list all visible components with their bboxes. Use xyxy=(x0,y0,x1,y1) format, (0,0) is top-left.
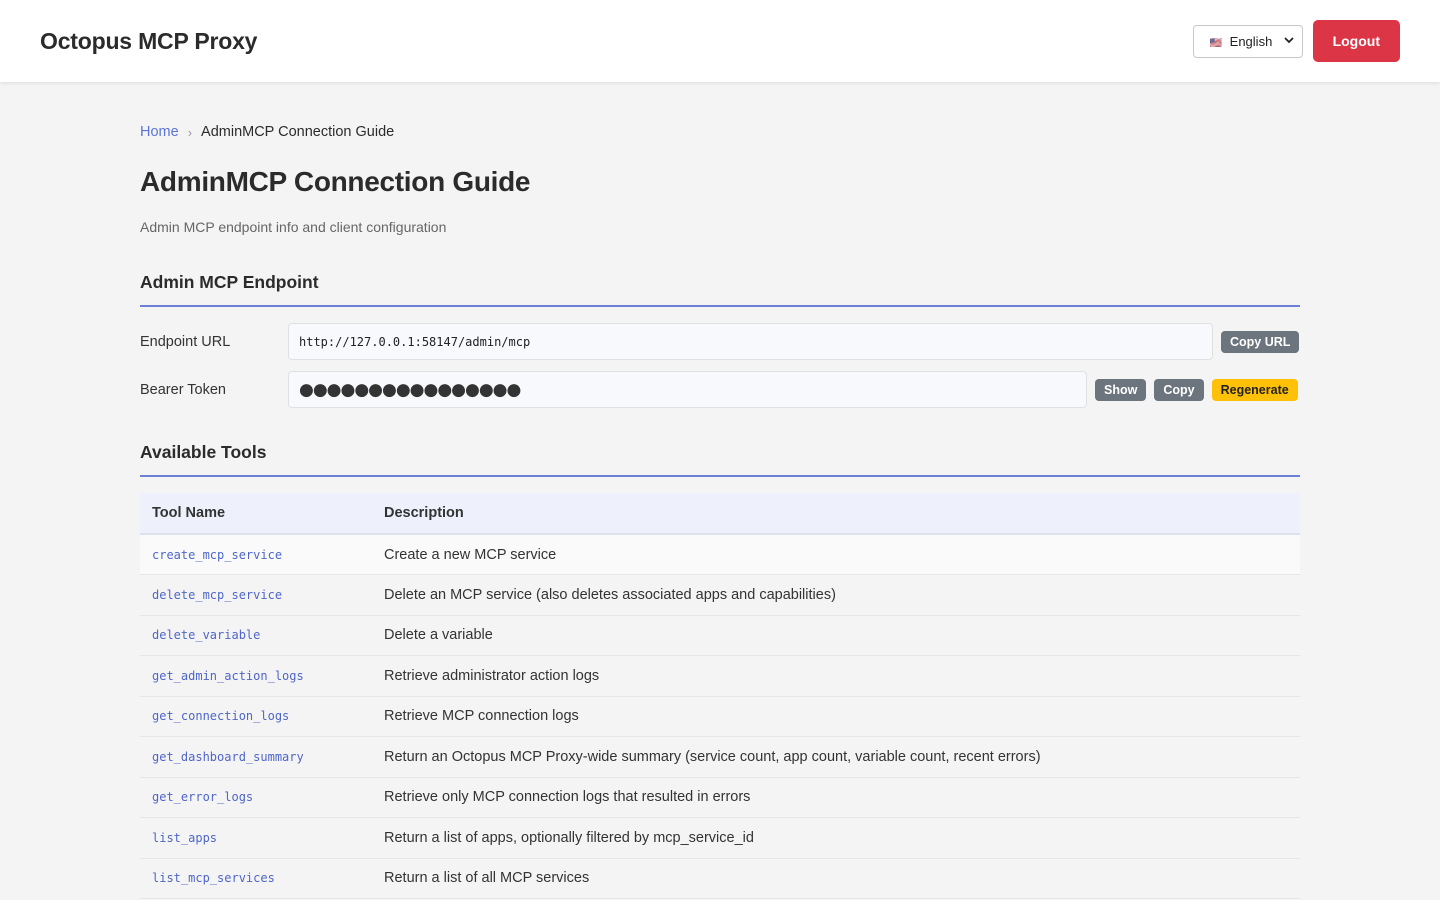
us-flag-icon: 🇺🇸 xyxy=(1209,37,1223,49)
tools-section-title: Available Tools xyxy=(140,442,1300,477)
logout-button[interactable]: Logout xyxy=(1312,20,1400,62)
table-row: get_error_logs Retrieve only MCP connect… xyxy=(140,777,1300,818)
table-row: get_admin_action_logs Retrieve administr… xyxy=(140,655,1300,697)
endpoint-url-row: Endpoint URL http://127.0.0.1:58147/admi… xyxy=(140,323,1300,360)
language-label: English xyxy=(1229,33,1273,49)
bearer-token-row: Bearer Token ●●●●●●●●●●●●●●●● Show Copy … xyxy=(140,371,1300,408)
table-row: delete_variable Delete a variable xyxy=(140,615,1300,656)
tool-description-cell: Retrieve MCP connection logs xyxy=(372,696,1300,737)
column-header-description: Description xyxy=(372,493,1300,535)
copy-token-button[interactable]: Copy xyxy=(1154,378,1204,401)
table-row: list_mcp_services Return a list of all M… xyxy=(140,858,1300,899)
language-selected: 🇺🇸 English xyxy=(1210,34,1273,49)
header-actions: 🇺🇸 English Logout xyxy=(1192,20,1400,62)
copy-url-button[interactable]: Copy URL xyxy=(1221,330,1300,353)
tool-name-cell: get_admin_action_logs xyxy=(140,655,372,697)
tool-name-cell: delete_mcp_service xyxy=(140,574,372,616)
bearer-token-label: Bearer Token xyxy=(140,381,226,398)
app-brand[interactable]: Octopus MCP Proxy xyxy=(40,28,257,55)
tool-name-cell: get_connection_logs xyxy=(140,696,372,737)
column-header-tool-name: Tool Name xyxy=(140,493,372,535)
table-row: delete_mcp_service Delete an MCP service… xyxy=(140,574,1300,616)
bearer-token-masked: ●●●●●●●●●●●●●●●● xyxy=(299,379,521,400)
tool-name-cell: list_apps xyxy=(140,817,372,859)
tool-description-cell: Retrieve administrator action logs xyxy=(372,655,1300,697)
bearer-token-field[interactable]: ●●●●●●●●●●●●●●●● xyxy=(288,371,1087,408)
breadcrumb: Home › AdminMCP Connection Guide xyxy=(140,124,1300,140)
tool-name-cell: get_dashboard_summary xyxy=(140,736,372,778)
endpoint-url-label: Endpoint URL xyxy=(140,333,231,350)
show-token-button[interactable]: Show xyxy=(1095,378,1147,401)
tool-name-cell: delete_variable xyxy=(140,615,372,656)
table-row: list_apps Return a list of apps, optiona… xyxy=(140,817,1300,859)
tool-description-cell: Create a new MCP service xyxy=(372,534,1300,575)
endpoint-section-title: Admin MCP Endpoint xyxy=(140,272,1300,307)
top-header: Octopus MCP Proxy 🇺🇸 English Logout xyxy=(0,0,1440,82)
tool-description-cell: Delete an MCP service (also deletes asso… xyxy=(372,574,1300,616)
regenerate-token-button[interactable]: Regenerate xyxy=(1211,378,1298,401)
language-select[interactable]: 🇺🇸 English xyxy=(1192,24,1303,58)
tool-name-cell: list_mcp_services xyxy=(140,858,372,899)
tool-description-cell: Retrieve only MCP connection logs that r… xyxy=(372,777,1300,818)
breadcrumb-home-link[interactable]: Home xyxy=(140,124,179,140)
tool-description-cell: Return a list of all MCP services xyxy=(372,858,1300,899)
tool-description-cell: Return a list of apps, optionally filter… xyxy=(372,817,1300,859)
chevron-down-icon xyxy=(1283,36,1294,47)
table-header-row: Tool Name Description xyxy=(140,493,1300,535)
table-row: create_mcp_service Create a new MCP serv… xyxy=(140,534,1300,575)
breadcrumb-separator-icon: › xyxy=(187,124,193,140)
main-content: Home › AdminMCP Connection Guide AdminMC… xyxy=(140,82,1300,899)
table-row: get_dashboard_summary Return an Octopus … xyxy=(140,736,1300,778)
tool-description-cell: Return an Octopus MCP Proxy-wide summary… xyxy=(372,736,1300,778)
table-row: get_connection_logs Retrieve MCP connect… xyxy=(140,696,1300,737)
admin-endpoint-section: Admin MCP Endpoint Endpoint URL http://1… xyxy=(140,272,1300,408)
endpoint-url-field[interactable]: http://127.0.0.1:58147/admin/mcp xyxy=(288,323,1213,360)
tool-description-cell: Delete a variable xyxy=(372,615,1300,656)
tool-name-cell: create_mcp_service xyxy=(140,534,372,575)
tool-name-cell: get_error_logs xyxy=(140,777,372,818)
available-tools-section: Available Tools Tool Name Description cr… xyxy=(140,442,1300,899)
page-title: AdminMCP Connection Guide xyxy=(140,166,531,197)
tools-table: Tool Name Description create_mcp_service… xyxy=(140,493,1300,899)
page-subtitle: Admin MCP endpoint info and client confi… xyxy=(140,219,447,235)
breadcrumb-current: AdminMCP Connection Guide xyxy=(201,124,395,140)
